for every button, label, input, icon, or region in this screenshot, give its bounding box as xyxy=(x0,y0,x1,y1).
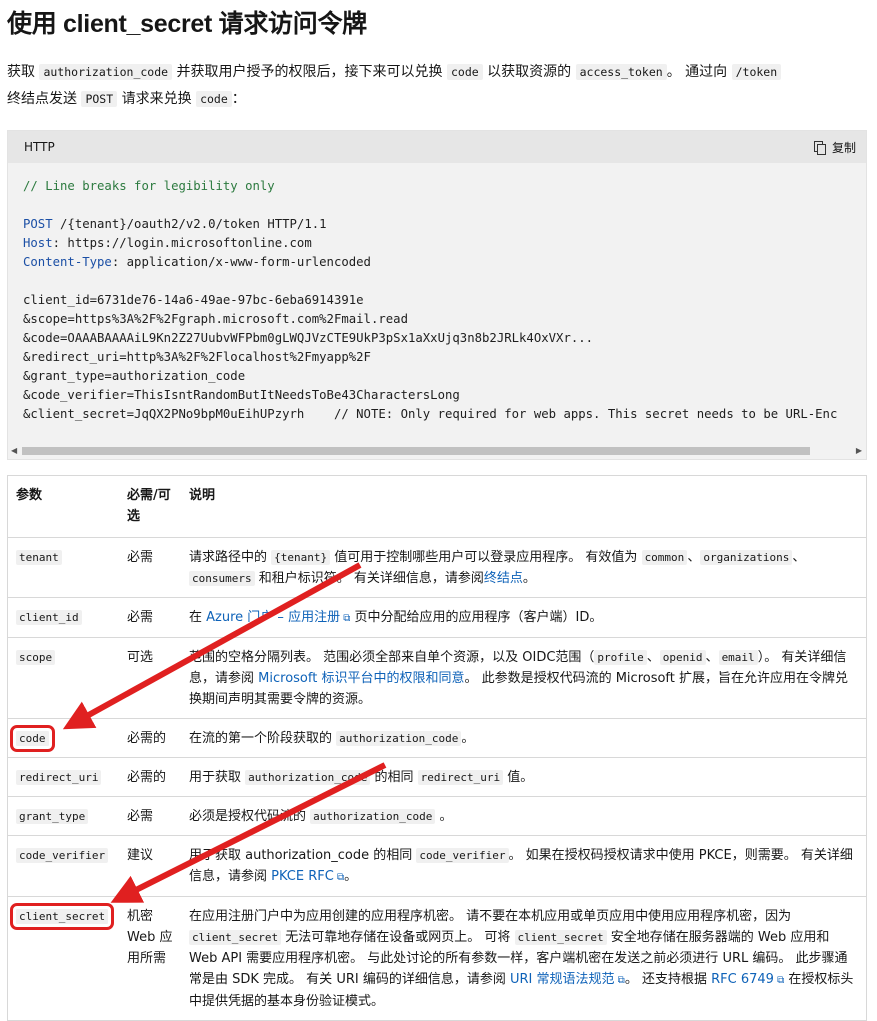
code-comment: // Line breaks for legibility only xyxy=(23,179,275,193)
table-row: tenant 必需 请求路径中的 {tenant} 值可用于控制哪些用户可以登录… xyxy=(7,537,867,598)
code-line: &grant_type=authorization_code xyxy=(23,369,246,383)
inline-code: access_token xyxy=(575,64,667,80)
link-app-registrations[interactable]: Azure 门户 – 应用注册 xyxy=(206,610,340,625)
external-link-icon: ⧉ xyxy=(773,975,785,986)
table-row: client_secret 机密 Web 应用所需 在应用注册门户中为应用创建的… xyxy=(7,896,867,1021)
scroll-right-icon[interactable]: ▶ xyxy=(856,446,862,455)
code-line: : https://login.microsoftonline.com xyxy=(52,236,312,250)
scrollbar-thumb[interactable] xyxy=(22,447,810,455)
code-line: &client_secret=JqQX2PNo9bpM0uEihUPzyrh /… xyxy=(23,407,838,421)
code-line: : application/x-www-form-urlencoded xyxy=(111,255,371,269)
param-required: 建议 xyxy=(119,835,181,897)
code-line: &code=OAAABAAAAiL9Kn2Z27UubvWFPbm0gLWQJV… xyxy=(23,331,594,345)
link-pkce-rfc[interactable]: PKCE RFC xyxy=(271,869,334,884)
inline-code: code xyxy=(446,64,483,80)
param-name: code_verifier xyxy=(16,848,109,863)
parameters-table: 参数 必需/可选 说明 tenant 必需 请求路径中的 {tenant} 值可… xyxy=(7,475,867,1021)
external-link-icon: ⧉ xyxy=(614,975,625,986)
code-content: // Line breaks for legibility only POST … xyxy=(23,177,868,424)
inline-code: POST xyxy=(81,91,118,107)
link-uri-syntax[interactable]: URI 常规语法规范 xyxy=(510,972,615,987)
header-required: 必需/可选 xyxy=(119,475,181,538)
code-keyword: Host xyxy=(23,236,53,250)
param-description: 范围的空格分隔列表。 范围必须全部来自单个资源，以及 OIDC范围（ profil… xyxy=(181,637,867,719)
inline-code: /token xyxy=(731,64,782,80)
copy-button[interactable]: 复制 xyxy=(813,139,856,156)
table-row: redirect_uri 必需的 用于获取 authorization_code… xyxy=(7,757,867,797)
header-description: 说明 xyxy=(181,475,867,538)
param-required: 必需的 xyxy=(119,757,181,797)
param-required: 必需 xyxy=(119,597,181,638)
param-required: 必需 xyxy=(119,796,181,836)
param-name: redirect_uri xyxy=(16,770,102,785)
param-description: 在应用注册门户中为应用创建的应用程序机密。 请不要在本机应用或单页应用中使用应用… xyxy=(181,896,867,1021)
link-endpoints[interactable]: 终结点 xyxy=(484,571,523,586)
copy-label: 复制 xyxy=(831,141,856,155)
code-line: &scope=https%3A%2F%2Fgraph.microsoft.com… xyxy=(23,312,408,326)
code-line: /{tenant}/oauth2/v2.0/token HTTP/1.1 xyxy=(52,217,327,231)
param-description: 请求路径中的 {tenant} 值可用于控制哪些用户可以登录应用程序。 有效值为… xyxy=(181,537,867,598)
param-description: 必须是授权代码流的 authorization_code 。 xyxy=(181,796,867,836)
inline-code: code xyxy=(196,91,232,107)
table-row: grant_type 必需 必须是授权代码流的 authorization_co… xyxy=(7,796,867,836)
param-name: code xyxy=(10,725,55,752)
page-title: 使用 client_secret 请求访问令牌 xyxy=(7,10,367,38)
link-permissions-consent[interactable]: Microsoft 标识平台中的权限和同意 xyxy=(258,671,464,686)
param-description: 用于获取 authorization_code 的相同 code_verifie… xyxy=(181,835,867,897)
code-language-label: HTTP xyxy=(24,140,55,154)
param-name: scope xyxy=(16,650,56,665)
horizontal-scrollbar[interactable]: ◀ ▶ xyxy=(8,443,866,459)
header-param: 参数 xyxy=(7,475,119,538)
table-row: code_verifier 建议 用于获取 authorization_code… xyxy=(7,835,867,897)
code-line: client_id=6731de76-14a6-49ae-97bc-6eba69… xyxy=(23,293,364,307)
param-required: 可选 xyxy=(119,637,181,719)
param-name: tenant xyxy=(16,550,62,565)
param-required: 必需的 xyxy=(119,718,181,758)
param-description: 用于获取 authorization_code 的相同 redirect_uri… xyxy=(181,757,867,797)
intro-paragraph: 获取 authorization_code 并获取用户授予的权限后，接下来可以兑… xyxy=(7,59,867,113)
code-block-header: HTTP 复制 xyxy=(8,131,866,163)
param-name: client_secret xyxy=(9,903,115,930)
code-block: HTTP 复制 // Line breaks for legibility on… xyxy=(7,130,867,460)
copy-icon xyxy=(813,141,826,155)
link-rfc6749[interactable]: RFC 6749 xyxy=(711,972,774,987)
param-required: 必需 xyxy=(119,537,181,598)
param-name: grant_type xyxy=(16,809,89,824)
param-description: 在 Azure 门户 – 应用注册 ⧉ 页中分配给应用的应用程序（客户端）ID。 xyxy=(181,597,867,638)
external-link-icon: ⧉ xyxy=(340,613,351,624)
param-description: 在流的第一个阶段获取的 authorization_code。 xyxy=(181,718,867,758)
table-row: client_id 必需 在 Azure 门户 – 应用注册 ⧉ 页中分配给应用… xyxy=(7,597,867,638)
table-row: code 必需的 在流的第一个阶段获取的 authorization_code。 xyxy=(7,718,867,758)
code-keyword: POST xyxy=(23,217,53,231)
code-line: &code_verifier=ThisIsntRandomButItNeedsT… xyxy=(23,388,460,402)
table-header-row: 参数 必需/可选 说明 xyxy=(7,475,867,538)
param-required: 机密 Web 应用所需 xyxy=(119,896,181,1021)
param-name: client_id xyxy=(16,610,82,625)
scroll-left-icon[interactable]: ◀ xyxy=(11,446,17,455)
code-keyword: Content-Type xyxy=(23,255,112,269)
code-line: &redirect_uri=http%3A%2F%2Flocalhost%2Fm… xyxy=(23,350,371,364)
inline-code: authorization_code xyxy=(39,64,173,80)
external-link-icon: ⧉ xyxy=(333,872,345,883)
table-row: scope 可选 范围的空格分隔列表。 范围必须全部来自单个资源，以及 OIDC… xyxy=(7,637,867,719)
